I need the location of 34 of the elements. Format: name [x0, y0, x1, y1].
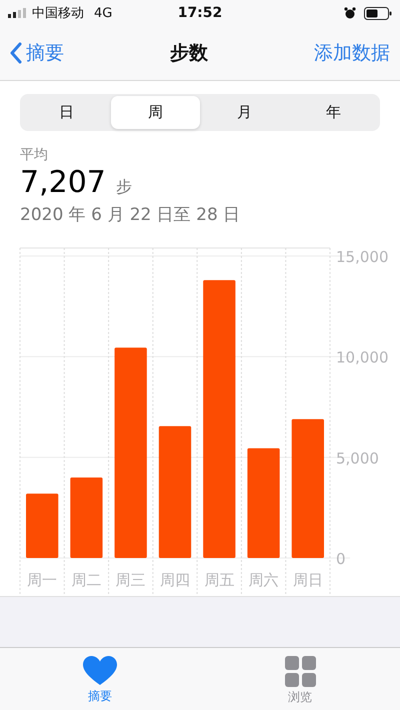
back-label: 摘要: [26, 41, 64, 66]
alarm-clock-icon: [344, 7, 356, 19]
day-label: 周一: [27, 571, 58, 589]
day-label: 周二: [71, 571, 102, 589]
axis-label: 15,000: [336, 248, 388, 266]
day-label: 周四: [160, 571, 190, 589]
network-type: 4G: [94, 6, 112, 20]
axis-label: 5,000: [336, 449, 379, 468]
add-data-button[interactable]: 添加数据: [314, 40, 390, 66]
back-button[interactable]: 摘要: [10, 40, 64, 66]
battery-icon: [364, 6, 392, 20]
period-tab[interactable]: 日: [22, 96, 111, 129]
period-tab[interactable]: 月: [200, 96, 289, 129]
axis-label: 0: [336, 550, 346, 568]
day-label: 周三: [116, 571, 146, 589]
chevron-left-icon: [10, 42, 22, 64]
clock-time: 17:52: [178, 5, 222, 21]
period-tab[interactable]: 年: [289, 96, 378, 129]
bar: [26, 494, 58, 558]
date-range: 2020 年 6 月 22 日至 28 日: [20, 204, 242, 226]
period-tab[interactable]: 周: [111, 96, 200, 129]
grid-icon: [284, 656, 316, 687]
heart-icon: [83, 656, 117, 686]
tab-bar-item[interactable]: 摘要: [0, 648, 200, 710]
average-value: 7,207: [20, 165, 106, 201]
page-title: 步数: [170, 41, 208, 66]
average-label: 平均: [20, 146, 49, 164]
day-label: 周五: [204, 571, 234, 589]
signal-icon: [8, 8, 28, 18]
carrier-name: 中国移动: [32, 5, 84, 22]
day-label: 周六: [248, 571, 279, 589]
day-label: 周日: [292, 571, 323, 589]
axis-label: 10,000: [336, 348, 388, 367]
unit-label: 步: [116, 177, 132, 198]
